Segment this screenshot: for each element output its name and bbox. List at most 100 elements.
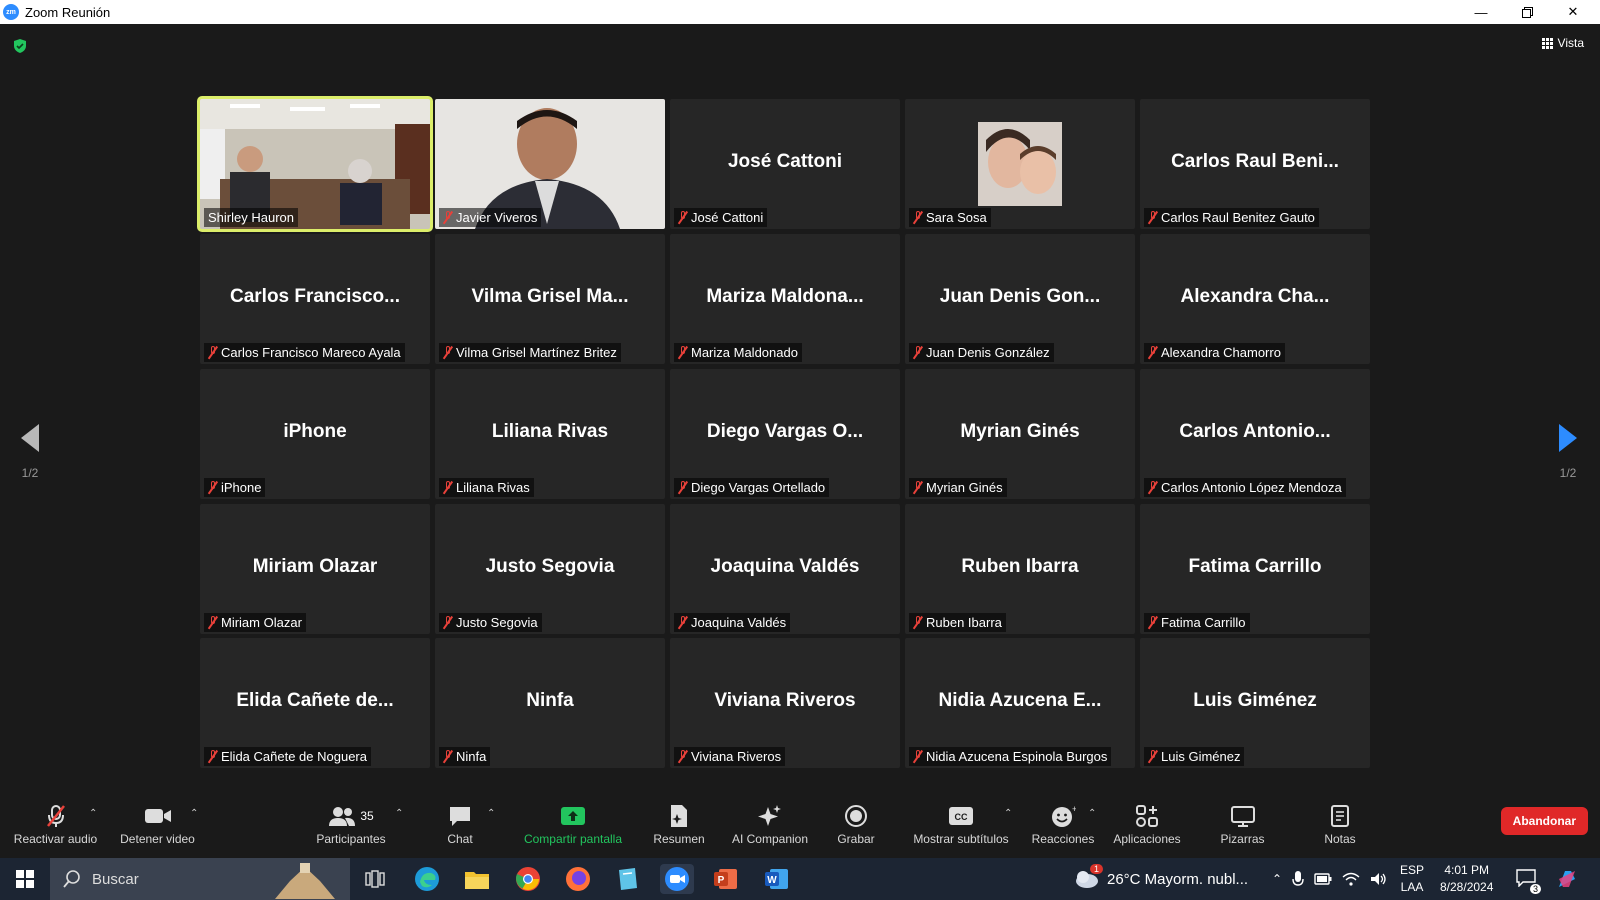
video-tile[interactable]: Vilma Grisel Ma... Vilma Grisel Martínez … [435, 234, 665, 364]
record-label: Grabar [837, 832, 875, 846]
participants-button[interactable]: 35 Participantes [306, 804, 396, 846]
video-tile[interactable]: Nidia Azucena E... Nidia Azucena Espinola… [905, 638, 1135, 768]
video-tile[interactable]: Sara Sosa [905, 99, 1135, 229]
wifi-icon[interactable] [1342, 872, 1360, 886]
chat-options-chevron-up-icon[interactable]: ⌃ [487, 808, 495, 819]
profile-picture-avatar [978, 122, 1062, 206]
video-tile-active-speaker[interactable]: Shirley Hauron [197, 96, 433, 232]
video-tile[interactable]: Liliana Rivas Liliana Rivas [435, 369, 665, 499]
video-tile[interactable]: Carlos Raul Beni... Carlos Raul Benitez … [1140, 99, 1370, 229]
file-explorer-icon[interactable] [462, 864, 492, 894]
word-app-icon[interactable]: W [762, 864, 792, 894]
clock[interactable]: 4:01 PM 8/28/2024 [1440, 858, 1493, 900]
video-tile[interactable]: Fatima Carrillo Fatima Carrillo [1140, 504, 1370, 634]
close-button[interactable]: ✕ [1550, 0, 1596, 24]
restore-button[interactable] [1504, 0, 1550, 24]
video-tile[interactable]: Miriam Olazar Miriam Olazar [200, 504, 430, 634]
video-tile[interactable]: Joaquina Valdés Joaquina Valdés [670, 504, 900, 634]
participant-display-name: Nidia Azucena E... [938, 690, 1102, 711]
mic-muted-icon [913, 211, 923, 224]
microphone-icon[interactable] [1292, 870, 1304, 888]
notes-icon [1331, 805, 1349, 827]
previous-page-button[interactable]: 1/2 [10, 424, 50, 480]
reactions-options-chevron-up-icon[interactable]: ⌃ [1088, 808, 1096, 819]
video-tile[interactable]: Carlos Francisco... Carlos Francisco Mare… [200, 234, 430, 364]
video-options-chevron-up-icon[interactable]: ⌃ [190, 808, 198, 819]
video-tile[interactable]: Elida Cañete de... Elida Cañete de Noguer… [200, 638, 430, 768]
meeting-area: Vista 1/2 1/2 Shirley Hauron Javier Vive… [0, 24, 1600, 796]
participants-label: Participantes [316, 832, 386, 846]
search-highlight-illustration [275, 863, 335, 899]
powerpoint-app-icon[interactable]: P [711, 864, 741, 894]
apps-label: Aplicaciones [1113, 832, 1181, 846]
video-tile[interactable]: Ninfa Ninfa [435, 638, 665, 768]
weather-widget[interactable]: 1 26°C Mayorm. nubl... [1073, 858, 1248, 900]
whiteboards-label: Pizarras [1220, 832, 1265, 846]
window-title: Zoom Reunión [25, 4, 111, 20]
video-tile[interactable]: Ruben Ibarra Ruben Ibarra [905, 504, 1135, 634]
view-button[interactable]: Vista [1541, 36, 1584, 50]
participant-display-name: Mariza Maldona... [706, 286, 864, 307]
video-tile[interactable]: Viviana Riveros Viviana Riveros [670, 638, 900, 768]
video-tile[interactable]: iPhone iPhone [200, 369, 430, 499]
audio-options-chevron-up-icon[interactable]: ⌃ [89, 808, 97, 819]
video-tile[interactable]: Carlos Antonio... Carlos Antonio López Me… [1140, 369, 1370, 499]
edge-browser-icon[interactable] [412, 864, 442, 894]
security-shield-icon[interactable] [12, 38, 28, 54]
video-tile[interactable]: José Cattoni José Cattoni [670, 99, 900, 229]
notepad-app-icon[interactable] [613, 864, 643, 894]
taskbar-search-box[interactable]: Buscar [50, 858, 350, 900]
mic-muted-icon [913, 616, 923, 629]
next-page-button[interactable]: 1/2 [1548, 424, 1588, 480]
grid-view-icon [1541, 37, 1553, 49]
record-icon [845, 805, 867, 827]
video-tile[interactable]: Juan Denis Gon... Juan Denis González [905, 234, 1135, 364]
ai-companion-button[interactable]: AI Companion [720, 804, 820, 846]
input-language-indicator[interactable]: ESP LAA [1400, 858, 1424, 900]
participant-name-label: Sara Sosa [909, 208, 991, 227]
participants-options-chevron-up-icon[interactable]: ⌃ [395, 808, 403, 819]
leave-meeting-button[interactable]: Abandonar [1500, 807, 1588, 835]
participant-name: Justo Segovia [456, 615, 538, 630]
mic-muted-icon [678, 346, 688, 359]
notes-button[interactable]: Notas [1315, 804, 1365, 846]
minimize-button[interactable]: — [1458, 0, 1504, 24]
summary-button[interactable]: Resumen [644, 804, 714, 846]
task-view-button[interactable] [360, 864, 390, 894]
windows-logo-icon [16, 870, 34, 888]
mic-muted-icon [1148, 211, 1158, 224]
video-tile[interactable]: Justo Segovia Justo Segovia [435, 504, 665, 634]
chat-button[interactable]: Chat [435, 804, 485, 846]
firefox-browser-icon[interactable] [563, 864, 593, 894]
reactions-emoji-icon: + [1052, 804, 1076, 827]
battery-icon[interactable] [1314, 873, 1332, 885]
speaker-volume-icon[interactable] [1370, 872, 1388, 886]
notification-center-button[interactable]: 3 [1516, 858, 1541, 900]
show-captions-button[interactable]: CC Mostrar subtítulos [906, 804, 1016, 846]
share-screen-button[interactable]: Compartir pantalla [508, 804, 638, 846]
copilot-icon[interactable] [1552, 864, 1582, 894]
language-code: ESP [1400, 863, 1425, 877]
video-tile[interactable]: Mariza Maldona... Mariza Maldonado [670, 234, 900, 364]
participant-display-name: Carlos Raul Beni... [1171, 151, 1339, 172]
restore-icon [1521, 6, 1533, 18]
mic-muted-icon [913, 750, 923, 763]
zoom-taskbar-icon[interactable] [660, 864, 694, 894]
apps-button[interactable]: Aplicaciones [1108, 804, 1186, 846]
video-tile[interactable]: Alexandra Cha... Alexandra Chamorro [1140, 234, 1370, 364]
show-hidden-icons-chevron-up-icon[interactable]: ⌃ [1272, 872, 1282, 886]
participant-name: Liliana Rivas [456, 480, 530, 495]
whiteboards-button[interactable]: Pizarras [1210, 804, 1275, 846]
chrome-browser-icon[interactable] [513, 864, 543, 894]
view-label: Vista [1557, 36, 1584, 50]
record-button[interactable]: Grabar [826, 804, 886, 846]
stop-video-button[interactable]: Detener video [115, 804, 200, 846]
video-tile[interactable]: Javier Viveros [435, 99, 665, 229]
participant-name: Myrian Ginés [926, 480, 1003, 495]
video-tile[interactable]: Luis Giménez Luis Giménez [1140, 638, 1370, 768]
video-tile[interactable]: Myrian Ginés Myrian Ginés [905, 369, 1135, 499]
video-tile[interactable]: Diego Vargas O... Diego Vargas Ortellado [670, 369, 900, 499]
windows-start-button[interactable] [16, 870, 34, 893]
unmute-label: Reactivar audio [13, 832, 98, 846]
captions-options-chevron-up-icon[interactable]: ⌃ [1004, 808, 1012, 819]
